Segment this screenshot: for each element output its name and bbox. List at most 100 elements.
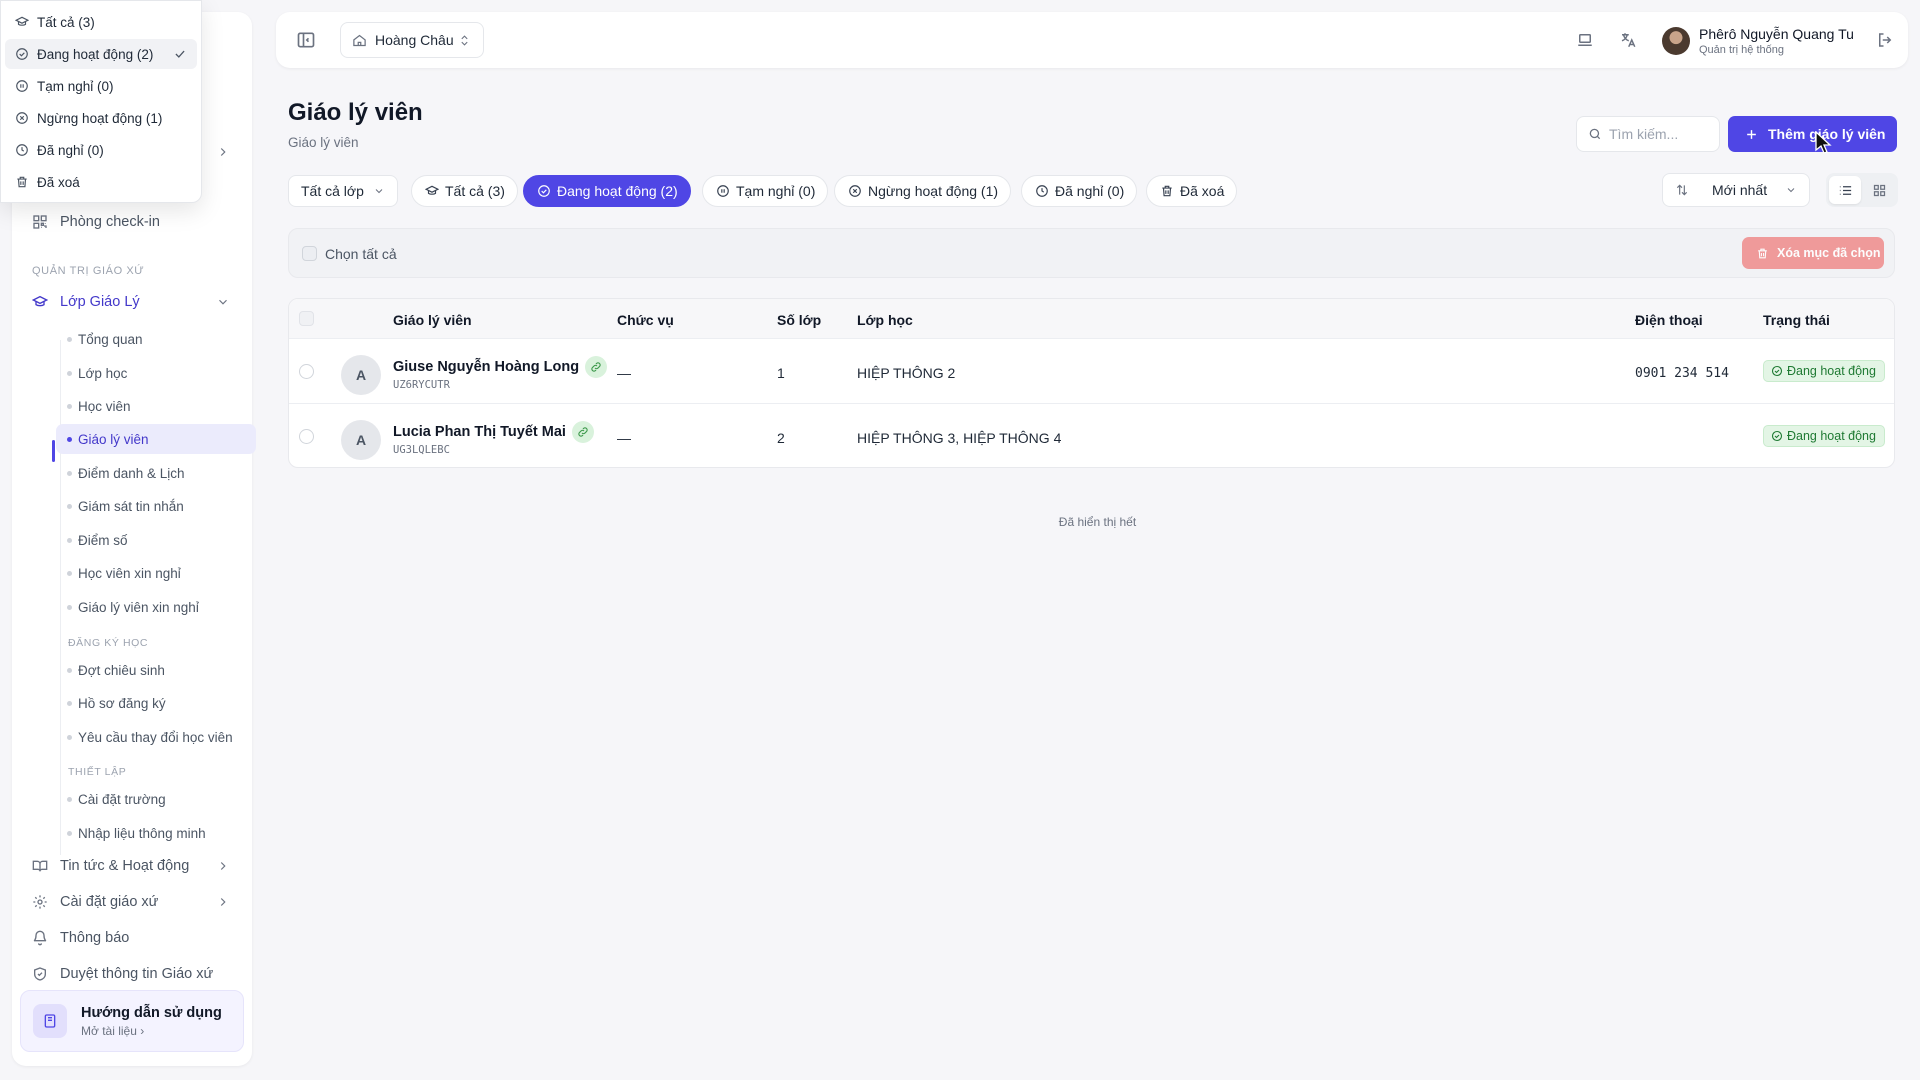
table-header: Giáo lý viên Chức vụ Số lớp Lớp học Điện…	[289, 299, 1894, 339]
view-toggle	[1826, 173, 1898, 207]
avatar[interactable]	[1662, 27, 1690, 55]
sidebar-item-teacher-leave[interactable]: Giáo lý viên xin nghỉ	[56, 592, 256, 622]
chip-label: Đã nghỉ (0)	[1055, 183, 1125, 199]
book-icon	[33, 1004, 67, 1038]
teacher-code: UG3LQLEBC	[393, 444, 450, 456]
select-all-checkbox[interactable]	[302, 246, 317, 261]
bell-icon	[33, 930, 47, 946]
column-header-teacher[interactable]: Giáo lý viên	[393, 312, 472, 328]
sidebar-item-parish-settings[interactable]: Cài đặt giáo xứ	[28, 886, 236, 918]
sidebar-item-label: Cài đặt giáo xứ	[60, 894, 159, 910]
sidebar-item-teachers[interactable]: Giáo lý viên	[56, 424, 256, 454]
end-of-list-label: Đã hiển thị hết	[1058, 515, 1137, 529]
column-header-phone[interactable]: Điện thoại	[1635, 312, 1703, 328]
sidebar-item-school-settings[interactable]: Cài đặt trường	[56, 784, 256, 814]
logout-icon[interactable]	[1876, 31, 1894, 49]
sort-select[interactable]: Mới nhất	[1662, 173, 1810, 207]
sidebar-item-classes[interactable]: Lớp học	[56, 358, 256, 388]
sidebar-toggle-icon[interactable]	[296, 30, 316, 50]
search-input[interactable]	[1609, 126, 1709, 142]
check-circle-icon	[1771, 430, 1783, 442]
sidebar-item-class-group[interactable]: Lớp Giáo Lý	[28, 286, 236, 318]
pause-circle-icon	[16, 80, 28, 92]
list-view-button[interactable]	[1829, 176, 1861, 204]
status-option-all[interactable]: Tất cả (3)	[5, 7, 197, 37]
parish-selector[interactable]: Hoàng Châu	[340, 22, 484, 58]
breadcrumb: Giáo lý viên	[288, 135, 359, 150]
delete-selected-button[interactable]: Xóa mục đã chọn	[1742, 237, 1884, 269]
class-count-cell: 1	[777, 365, 785, 381]
qr-code-icon	[33, 215, 47, 229]
status-chip-deleted[interactable]: Đã xoá	[1146, 175, 1238, 207]
church-icon	[353, 34, 366, 46]
teacher-name-cell: Giuse Nguyễn Hoàng Long	[393, 356, 608, 378]
status-option-retired[interactable]: Đã nghỉ (0)	[5, 135, 197, 165]
class-count-cell: 2	[777, 430, 785, 446]
section-heading-admin: QUẢN TRỊ GIÁO XỨ	[32, 265, 145, 277]
column-header-status[interactable]: Trạng thái	[1763, 312, 1830, 328]
user-guide-card[interactable]: Hướng dẫn sử dụng Mở tài liệu ›	[20, 990, 244, 1052]
status-option-paused[interactable]: Tạm nghỉ (0)	[5, 71, 197, 101]
sidebar-item-notifications[interactable]: Thông báo	[28, 922, 236, 954]
status-option-inactive[interactable]: Ngừng hoạt động (1)	[5, 103, 197, 133]
column-header-classes[interactable]: Lớp học	[857, 312, 913, 328]
table-row[interactable]: A Lucia Phan Thị Tuyết Mai UG3LQLEBC — 2…	[289, 404, 1894, 467]
add-teacher-button[interactable]: Thêm giáo lý viên	[1728, 116, 1897, 152]
status-label: Đang hoạt động	[1787, 364, 1876, 378]
teacher-name[interactable]: Lucia Phan Thị Tuyết Mai	[393, 424, 566, 440]
sidebar-item-checkin[interactable]: Phòng check-in	[28, 206, 236, 238]
table-row[interactable]: A Giuse Nguyễn Hoàng Long UZ6RYCUTR — 1 …	[289, 339, 1894, 404]
page-title: Giáo lý viên	[288, 99, 423, 126]
phone-cell: 0901 234 514	[1635, 366, 1729, 381]
gear-icon	[33, 895, 47, 909]
classes-cell: HIỆP THÔNG 3, HIỆP THÔNG 4	[857, 430, 1062, 446]
status-option-label: Đã xoá	[37, 174, 80, 190]
status-option-active[interactable]: Đang hoạt động (2)	[5, 39, 197, 69]
sidebar-item-label: Duyệt thông tin Giáo xứ	[60, 966, 214, 982]
status-chip-inactive[interactable]: Ngừng hoạt động (1)	[834, 175, 1012, 207]
sidebar-item-overview[interactable]: Tổng quan	[56, 324, 256, 354]
status-chip-paused[interactable]: Tạm nghỉ (0)	[702, 175, 829, 207]
status-option-deleted[interactable]: Đã xoá	[5, 167, 197, 197]
pause-circle-icon	[717, 185, 729, 197]
sidebar-item-student-leave[interactable]: Học viên xin nghỉ	[56, 558, 256, 588]
sidebar-item-smart-import[interactable]: Nhập liệu thông minh	[56, 818, 256, 848]
translate-icon[interactable]	[1619, 31, 1637, 49]
sidebar-item-news[interactable]: Tin tức & Hoạt động	[28, 850, 236, 882]
chip-label: Tất cả (3)	[445, 183, 505, 199]
section-heading-setup: THIẾT LẬP	[68, 766, 127, 778]
guide-open-link[interactable]: Mở tài liệu ›	[81, 1024, 222, 1038]
sidebar-item-enrollment-round[interactable]: Đợt chiêu sinh	[56, 655, 256, 685]
sidebar-item-applications[interactable]: Hồ sơ đăng ký	[56, 688, 256, 718]
row-checkbox[interactable]	[299, 429, 314, 444]
class-filter-select[interactable]: Tất cả lớp	[288, 175, 398, 207]
x-circle-icon	[849, 185, 861, 197]
sidebar-item-students[interactable]: Học viên	[56, 391, 256, 421]
check-circle-icon	[16, 48, 28, 60]
link-icon[interactable]	[571, 421, 594, 443]
status-badge: Đang hoạt động	[1763, 360, 1885, 382]
check-circle-icon	[1771, 365, 1783, 377]
link-icon[interactable]	[585, 356, 608, 378]
grid-view-button[interactable]	[1863, 176, 1895, 204]
chevron-down-icon	[1787, 188, 1795, 193]
header-checkbox[interactable]	[299, 311, 314, 326]
sidebar-item-attendance[interactable]: Điểm danh & Lịch	[56, 458, 256, 488]
sidebar-item-student-change-requests[interactable]: Yêu cầu thay đổi học viên	[56, 722, 256, 752]
column-header-position[interactable]: Chức vụ	[617, 312, 674, 328]
delete-selected-label: Xóa mục đã chọn	[1777, 246, 1881, 260]
sidebar-item-label: Thông báo	[60, 930, 130, 946]
status-chip-active[interactable]: Đang hoạt động (2)	[523, 175, 691, 207]
row-checkbox[interactable]	[299, 364, 314, 379]
add-teacher-label: Thêm giáo lý viên	[1768, 126, 1886, 142]
teacher-name-cell: Lucia Phan Thị Tuyết Mai	[393, 421, 594, 443]
sidebar-item-grades[interactable]: Điểm số	[56, 525, 256, 555]
sidebar-item-approve-parish[interactable]: Duyệt thông tin Giáo xứ	[28, 958, 236, 990]
teacher-name[interactable]: Giuse Nguyễn Hoàng Long	[393, 359, 579, 375]
section-heading-enroll: ĐĂNG KÝ HỌC	[68, 637, 149, 649]
column-header-class-count[interactable]: Số lớp	[777, 312, 821, 328]
status-chip-all[interactable]: Tất cả (3)	[411, 175, 518, 207]
shield-check-icon	[34, 967, 46, 981]
status-chip-retired[interactable]: Đã nghỉ (0)	[1021, 175, 1138, 207]
laptop-icon[interactable]	[1576, 31, 1594, 49]
